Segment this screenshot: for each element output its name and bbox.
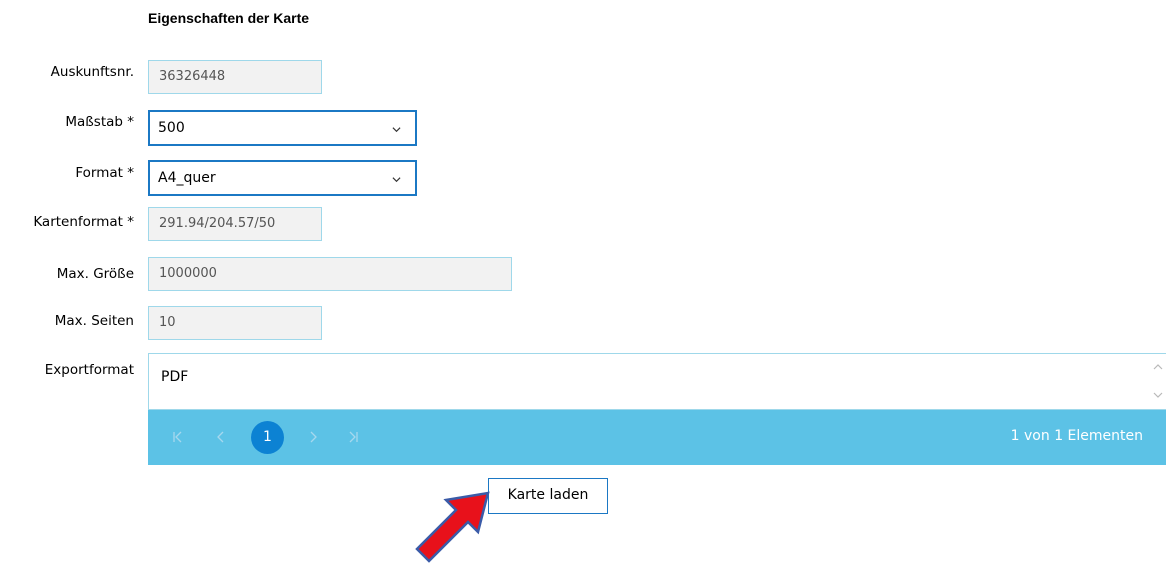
max-seiten-field: 10	[148, 306, 322, 340]
next-page-icon[interactable]	[305, 429, 321, 445]
massstab-value: 500	[158, 120, 185, 136]
chevron-down-icon	[392, 127, 401, 133]
pager: 1 1 von 1 Elementen	[148, 410, 1166, 465]
max-seiten-label: Max. Seiten	[54, 313, 134, 329]
kartenformat-field: 291.94/204.57/50	[148, 207, 322, 241]
auskunftsnr-label: Auskunftsnr.	[50, 64, 134, 80]
first-page-icon[interactable]	[170, 429, 186, 445]
format-label: Format *	[75, 165, 134, 181]
max-groesse-field: 1000000	[148, 257, 512, 291]
pager-info: 1 von 1 Elementen	[1010, 428, 1143, 444]
format-value: A4_quer	[158, 170, 216, 186]
page-number-current[interactable]: 1	[251, 421, 284, 454]
section-title: Eigenschaften der Karte	[148, 10, 310, 26]
chevron-down-icon	[392, 177, 401, 183]
scroll-up-icon[interactable]	[1153, 362, 1163, 372]
exportformat-label: Exportformat	[44, 362, 134, 378]
auskunftsnr-field: 36326448	[148, 60, 322, 94]
max-groesse-label: Max. Größe	[56, 266, 134, 282]
massstab-label: Maßstab *	[65, 114, 134, 130]
scroll-down-icon[interactable]	[1153, 390, 1163, 400]
red-arrow-annotation	[415, 491, 490, 563]
exportformat-listbox[interactable]: PDF	[148, 353, 1166, 410]
massstab-select[interactable]: 500	[148, 110, 417, 146]
list-item[interactable]: PDF	[161, 369, 188, 385]
karte-laden-button[interactable]: Karte laden	[488, 478, 608, 514]
previous-page-icon[interactable]	[213, 429, 229, 445]
format-select[interactable]: A4_quer	[148, 160, 417, 196]
kartenformat-label: Kartenformat *	[33, 214, 134, 230]
last-page-icon[interactable]	[345, 429, 361, 445]
